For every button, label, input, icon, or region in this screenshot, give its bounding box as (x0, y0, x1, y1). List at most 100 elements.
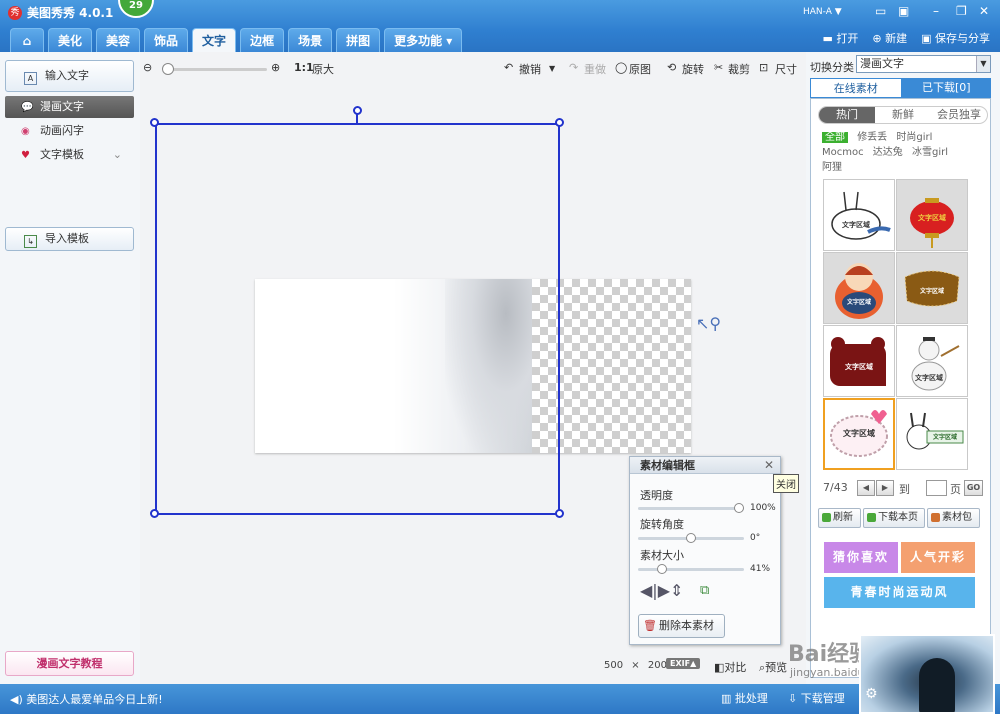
compare-button[interactable]: ◧对比 (714, 659, 746, 675)
rotation-slider-knob[interactable] (686, 533, 696, 543)
chevron-down-icon[interactable]: ⌄ (113, 144, 122, 166)
zoom-1to1-button[interactable]: 1:1 (294, 61, 314, 74)
undo-icon[interactable]: ↶ (504, 61, 513, 74)
copy-material-icon[interactable]: ⧉ (700, 583, 709, 598)
zoom-out-icon[interactable]: ⊖ (143, 61, 152, 74)
new-button[interactable]: ⊕ 新建 (872, 30, 907, 46)
resize-handle-bottom-left[interactable] (150, 509, 159, 518)
tab-beautify[interactable]: 美化 (48, 28, 93, 52)
tag-item[interactable]: 时尚girl (896, 132, 932, 143)
crop-button[interactable]: 裁剪 (728, 61, 750, 77)
exif-button[interactable]: EXIF▲ (666, 658, 701, 669)
size-slider-knob[interactable] (657, 564, 667, 574)
subtab-vip[interactable]: 会员独享 (931, 107, 987, 123)
minimize-icon[interactable]: – (933, 4, 939, 18)
material-item[interactable]: 文字区域 (823, 179, 895, 251)
resize-handle-top-right[interactable] (555, 118, 564, 127)
tab-more[interactable]: 更多功能 ▾ (384, 28, 463, 52)
gear-icon[interactable]: ⚙ (865, 686, 878, 702)
size-slider[interactable] (638, 564, 744, 574)
resize-button[interactable]: 尺寸 (775, 61, 797, 77)
tab-collage[interactable]: 拼图 (336, 28, 381, 52)
tab-text[interactable]: 文字 (192, 28, 237, 52)
delete-material-button[interactable]: 🗑 删除本素材 (638, 614, 725, 638)
zoom-slider-knob[interactable] (162, 63, 174, 75)
zoom-in-icon[interactable]: ⊕ (271, 61, 280, 74)
material-item[interactable]: 文字区域 (896, 398, 968, 470)
next-page-button[interactable]: ▶ (876, 480, 894, 496)
flip-horizontal-icon[interactable]: ◀|▶ (640, 581, 670, 600)
tab-face[interactable]: 美容 (96, 28, 141, 52)
tab-home[interactable]: ⌂ (10, 28, 44, 52)
tag-item[interactable]: Mocmoc (822, 147, 864, 158)
editor-close-icon[interactable]: ✕ (764, 458, 774, 472)
save-share-button[interactable]: ▣ 保存与分享 (921, 30, 990, 46)
sidebar-item-text-template[interactable]: ♥ 文字模板 ⌄ (5, 144, 134, 166)
tab-scene[interactable]: 场景 (288, 28, 333, 52)
rotate-button[interactable]: 旋转 (682, 61, 704, 77)
resize-icon[interactable]: ⊡ (759, 61, 768, 74)
tab-online[interactable]: 在线素材 (810, 78, 902, 98)
material-pack-button[interactable]: 素材包 (927, 508, 980, 528)
resize-handle-top-left[interactable] (150, 118, 159, 127)
opacity-slider-knob[interactable] (734, 503, 744, 513)
zoom-slider[interactable] (162, 63, 267, 75)
tag-item[interactable]: 冰雪girl (912, 147, 948, 158)
prev-page-button[interactable]: ◀ (857, 480, 875, 496)
material-item[interactable]: 文字区域 (896, 325, 968, 397)
undo-dropdown-icon[interactable]: ▼ (549, 64, 555, 73)
status-message[interactable]: ◀) 美图达人最爱单品今日上新! (10, 691, 163, 707)
category-select[interactable]: 漫画文字 ▼ (856, 55, 991, 73)
download-page-button[interactable]: 下载本页 (863, 508, 925, 528)
material-item[interactable]: 文字区域 (823, 252, 895, 324)
original-image-button[interactable]: 原图 (629, 61, 651, 77)
banner-popular[interactable]: 人气开彩 (901, 542, 975, 573)
material-selection-box[interactable] (155, 123, 560, 515)
go-button[interactable]: GO (964, 480, 983, 496)
subtab-new[interactable]: 新鲜 (875, 107, 931, 123)
tag-item[interactable]: 达达兔 (873, 147, 903, 158)
close-icon[interactable]: ✕ (979, 4, 989, 18)
input-text-button[interactable]: A 输入文字 (5, 60, 134, 92)
user-menu[interactable]: HAN-A ▼ (803, 7, 842, 17)
rotate-icon[interactable]: ⟲ (667, 61, 676, 74)
original-image-icon[interactable]: ◯ (615, 61, 627, 74)
camera-thumbnail[interactable]: ⚙ (859, 634, 995, 714)
material-item[interactable]: 文字区域 (823, 325, 895, 397)
material-item-selected[interactable]: 文字区域 (823, 398, 895, 470)
maximize-icon[interactable]: ❐ (956, 4, 967, 18)
subtab-hot[interactable]: 热门 (819, 107, 875, 123)
material-item[interactable]: 文字区域 (896, 179, 968, 251)
original-size-button[interactable]: 原大 (312, 61, 334, 77)
crop-icon[interactable]: ✂ (714, 61, 723, 74)
chevron-down-icon[interactable]: ▼ (976, 56, 990, 72)
open-button[interactable]: ▬ 打开 (823, 30, 859, 46)
rotation-handle[interactable] (353, 106, 362, 115)
resize-handle-bottom-right[interactable] (555, 509, 564, 518)
notification-badge[interactable]: 29 (118, 0, 154, 18)
comic-text-tutorial-button[interactable]: 漫画文字教程 (5, 651, 134, 676)
tag-item[interactable]: 修丢丢 (857, 132, 887, 143)
preview-button[interactable]: ⌕预览 (759, 659, 787, 675)
banner-guess-you-like[interactable]: 猜你喜欢 (824, 542, 898, 573)
editor-title[interactable]: 素材编辑框 (630, 457, 780, 474)
tag-item[interactable]: 阿狸 (822, 162, 842, 173)
settings-icon[interactable]: ▣ (898, 4, 909, 18)
rotation-slider[interactable] (638, 533, 744, 543)
undo-button[interactable]: 撤销 (519, 61, 541, 77)
sidebar-item-animated-text[interactable]: ◉ 动画闪字 (5, 120, 134, 142)
redo-button[interactable]: 重做 (584, 61, 606, 77)
refresh-button[interactable]: 刷新 (818, 508, 861, 528)
tab-border[interactable]: 边框 (240, 28, 285, 52)
banner-youth-sports[interactable]: 青春时尚运动风 (824, 577, 975, 608)
batch-process-button[interactable]: ▥ 批处理 (721, 690, 768, 706)
sidebar-item-comic-text[interactable]: 💬 漫画文字 (5, 96, 134, 118)
page-number-input[interactable] (926, 480, 947, 496)
tab-accessories[interactable]: 饰品 (144, 28, 189, 52)
import-template-button[interactable]: ↳ 导入模板 (5, 227, 134, 251)
material-item[interactable]: 文字区域 (896, 252, 968, 324)
tag-all[interactable]: 全部 (822, 132, 848, 143)
flip-vertical-icon[interactable]: ⇕ (670, 581, 683, 600)
opacity-slider[interactable] (638, 503, 744, 513)
tab-downloaded[interactable]: 已下载[0] (901, 78, 991, 98)
